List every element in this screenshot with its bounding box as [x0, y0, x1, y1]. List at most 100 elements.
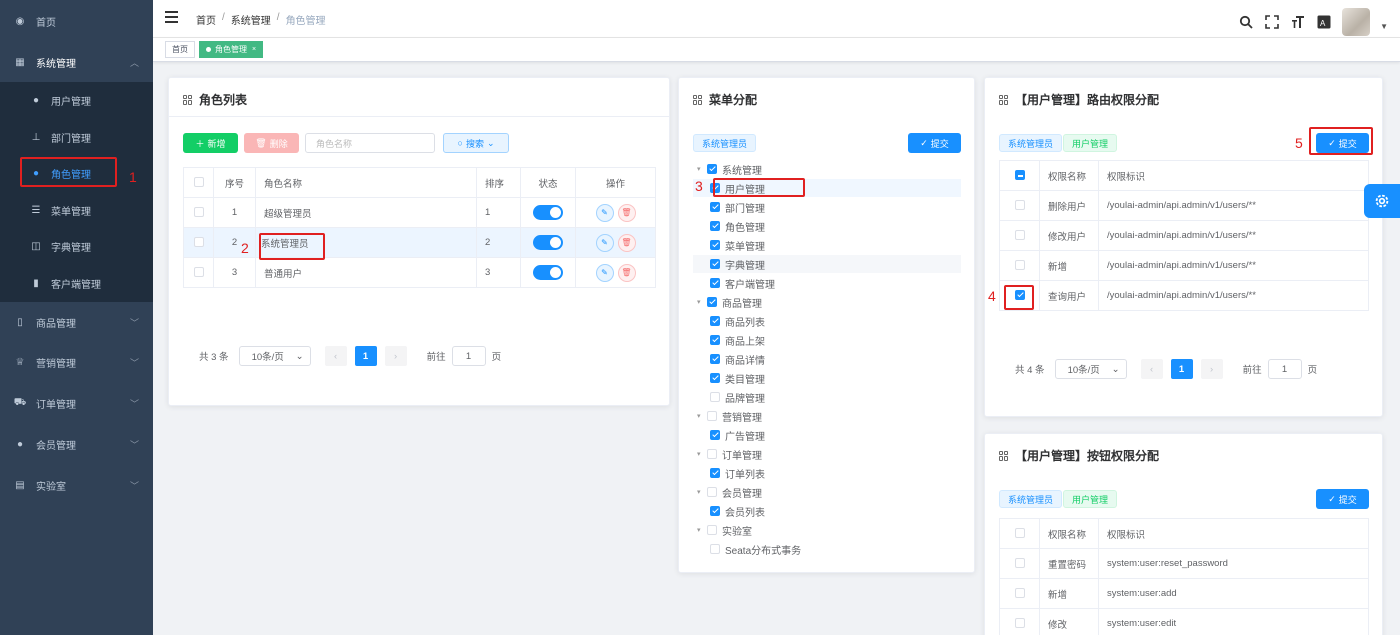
prev-page-button[interactable]: ‹	[324, 346, 347, 366]
row-checkbox[interactable]	[193, 237, 204, 248]
status-toggle[interactable]	[533, 205, 563, 220]
status-toggle[interactable]	[533, 265, 563, 280]
goto-page-input[interactable]: 1	[1267, 359, 1302, 379]
sidebar-item-lab[interactable]: ▤ 实验室 ﹀	[0, 470, 153, 500]
delete-icon[interactable]: 🗑	[617, 233, 636, 252]
tree-checkbox[interactable]	[710, 354, 720, 364]
settings-button[interactable]	[1364, 184, 1400, 218]
tree-checkbox[interactable]	[710, 468, 720, 478]
row-checkbox[interactable]	[1014, 618, 1025, 629]
breadcrumb-system[interactable]: 系统管理	[231, 12, 271, 27]
row-checkbox[interactable]	[193, 267, 204, 278]
breadcrumb-home[interactable]: 首页	[196, 12, 216, 27]
tag-role-management[interactable]: 角色管理 ×	[199, 41, 264, 58]
tree-checkbox[interactable]	[707, 525, 717, 535]
tree-node[interactable]: 客户端管理	[710, 274, 775, 292]
sidebar-item-system[interactable]: ▦ 系统管理 ︿	[0, 47, 153, 77]
tree-node[interactable]: ▾ 营销管理	[697, 407, 762, 425]
delete-icon[interactable]: 🗑	[617, 263, 636, 282]
table-row[interactable]: 新增 /youlai-admin/api.admin/v1/users/**	[999, 250, 1369, 281]
goto-page-input[interactable]: 1	[451, 346, 486, 366]
page-size-select[interactable]: 10条/页 ⌄	[238, 346, 311, 366]
table-row[interactable]: 1 超级管理员 1 ✎ 🗑	[183, 197, 656, 228]
caret-down-icon[interactable]: ▾	[697, 298, 707, 306]
tree-node[interactable]: 商品列表	[710, 312, 765, 330]
row-checkbox[interactable]	[1014, 588, 1025, 599]
caret-down-icon[interactable]: ▾	[697, 526, 707, 534]
sidebar-item-products[interactable]: ▯ 商品管理 ﹀	[0, 307, 153, 337]
tree-checkbox[interactable]	[710, 544, 720, 554]
role-name-search-input[interactable]: 角色名称	[305, 133, 435, 153]
font-size-icon[interactable]	[1290, 14, 1306, 30]
table-row[interactable]: 2 系统管理员 2 ✎ 🗑	[183, 227, 656, 258]
tree-checkbox[interactable]	[707, 487, 717, 497]
sidebar-item-dictionary[interactable]: ◫ 字典管理	[0, 231, 153, 261]
table-row[interactable]: 重置密码 system:user:reset_password	[999, 548, 1369, 579]
select-all-checkbox[interactable]	[1014, 528, 1025, 539]
row-checkbox[interactable]	[1014, 558, 1025, 569]
tree-checkbox[interactable]	[707, 297, 717, 307]
tree-checkbox[interactable]	[710, 221, 720, 231]
page-size-select[interactable]: 10条/页 ⌄	[1054, 359, 1127, 379]
caret-down-icon[interactable]: ▾	[697, 488, 707, 496]
table-row[interactable]: 3 普通用户 3 ✎ 🗑	[183, 257, 656, 288]
fullscreen-icon[interactable]	[1264, 14, 1280, 30]
tree-node[interactable]: 角色管理	[710, 217, 765, 235]
avatar[interactable]	[1342, 8, 1370, 36]
prev-page-button[interactable]: ‹	[1140, 359, 1163, 379]
caret-down-icon[interactable]: ▾	[697, 165, 707, 173]
table-row[interactable]: 修改用户 /youlai-admin/api.admin/v1/users/**	[999, 220, 1369, 251]
row-checkbox[interactable]	[1014, 230, 1025, 241]
tree-checkbox[interactable]	[710, 202, 720, 212]
search-icon[interactable]	[1238, 14, 1254, 30]
sidebar-item-marketing[interactable]: ♕ 营销管理 ﹀	[0, 347, 153, 377]
status-toggle[interactable]	[533, 235, 563, 250]
tree-node[interactable]: ▾ 商品管理	[697, 293, 762, 311]
tree-checkbox[interactable]	[710, 316, 720, 326]
tree-node[interactable]: Seata分布式事务	[710, 540, 801, 558]
sidebar-item-orders[interactable]: ⛟ 订单管理 ﹀	[0, 388, 153, 418]
sidebar-item-clients[interactable]: ▮ 客户端管理	[0, 268, 153, 298]
tree-node[interactable]: ▾ 系统管理	[697, 160, 762, 178]
tree-node[interactable]: 商品详情	[710, 350, 765, 368]
row-checkbox[interactable]	[193, 207, 204, 218]
tree-node[interactable]: 菜单管理	[710, 236, 765, 254]
tree-node[interactable]: ▾ 订单管理	[697, 445, 762, 463]
tree-node[interactable]: ▾ 会员管理	[697, 483, 762, 501]
table-row[interactable]: 查询用户 /youlai-admin/api.admin/v1/users/**	[999, 280, 1369, 311]
tree-node[interactable]: 品牌管理	[710, 388, 765, 406]
select-all-checkbox[interactable]	[1014, 170, 1025, 181]
table-row[interactable]: 修改 system:user:edit	[999, 608, 1369, 635]
tree-node[interactable]: 字典管理	[693, 255, 961, 273]
sidebar-item-menus[interactable]: ☰ 菜单管理	[0, 195, 153, 225]
delete-icon[interactable]: 🗑	[617, 203, 636, 222]
tree-node[interactable]: 订单列表	[710, 464, 765, 482]
select-all-checkbox[interactable]	[193, 177, 204, 188]
edit-icon[interactable]: ✎	[595, 203, 614, 222]
tree-node[interactable]: 部门管理	[710, 198, 765, 216]
sidebar-item-departments[interactable]: ⊥ 部门管理	[0, 122, 153, 152]
row-checkbox[interactable]	[1014, 260, 1025, 271]
hamburger-icon[interactable]	[165, 11, 178, 25]
tree-checkbox[interactable]	[710, 259, 720, 269]
tree-node[interactable]: 广告管理	[710, 426, 765, 444]
tree-checkbox[interactable]	[710, 335, 720, 345]
tree-checkbox[interactable]	[710, 506, 720, 516]
caret-down-icon[interactable]: ▼	[1380, 22, 1388, 31]
tag-home[interactable]: 首页	[165, 41, 195, 58]
edit-icon[interactable]: ✎	[595, 263, 614, 282]
page-number-button[interactable]: 1	[354, 346, 377, 366]
tree-node[interactable]: 会员列表	[710, 502, 765, 520]
page-number-button[interactable]: 1	[1170, 359, 1193, 379]
search-button[interactable]: ○ 搜索 ⌄	[443, 133, 509, 153]
sidebar-item-users[interactable]: ● 用户管理	[0, 85, 153, 115]
language-icon[interactable]: A	[1316, 14, 1332, 30]
tree-checkbox[interactable]	[710, 373, 720, 383]
sidebar-item-members[interactable]: ● 会员管理 ﹀	[0, 429, 153, 459]
next-page-button[interactable]: ›	[384, 346, 407, 366]
tree-checkbox[interactable]	[707, 411, 717, 421]
tree-checkbox[interactable]	[707, 164, 717, 174]
delete-role-button[interactable]: 🗑 删除	[244, 133, 299, 153]
submit-menu-button[interactable]: ✓ 提交	[908, 133, 961, 153]
submit-button-permission-button[interactable]: ✓ 提交	[1316, 489, 1369, 509]
